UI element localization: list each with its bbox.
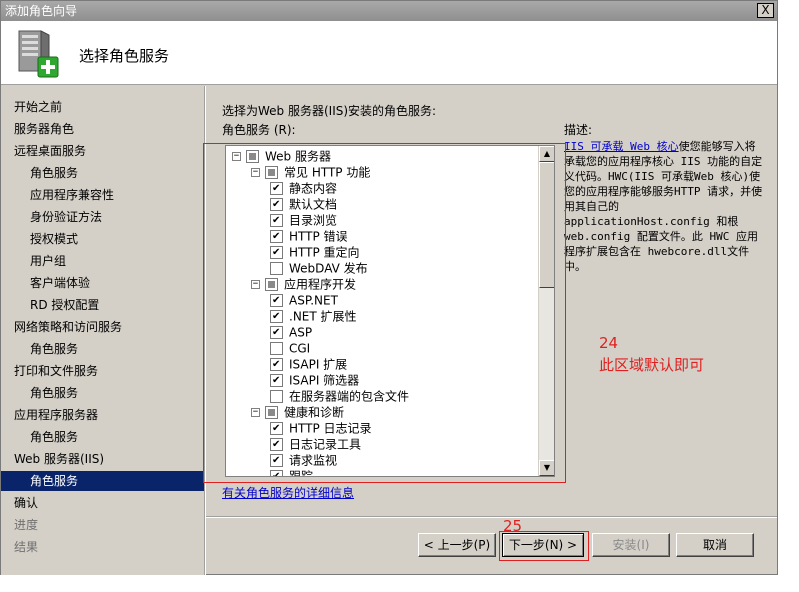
sidebar-item[interactable]: RD 授权配置: [1, 295, 204, 315]
install-button[interactable]: 安装(I): [592, 533, 670, 557]
back-button[interactable]: < 上一步(P): [418, 533, 496, 557]
sidebar-item[interactable]: 客户端体验: [1, 273, 204, 293]
page-title: 选择角色服务: [79, 47, 170, 65]
description-text-block: IIS 可承载 Web 核心使您能够写入将承载您的应用程序核心 IIS 功能的自…: [564, 139, 764, 274]
role-services-more-info-link[interactable]: 有关角色服务的详细信息: [222, 484, 354, 501]
wizard-header: 选择角色服务: [1, 21, 777, 85]
annotation-24-text: 此区域默认即可: [599, 356, 705, 374]
sidebar-item[interactable]: 应用程序服务器: [1, 405, 204, 425]
sidebar-item[interactable]: 角色服务: [1, 383, 204, 403]
footer-divider: [206, 516, 777, 518]
sidebar-item[interactable]: 角色服务: [1, 471, 204, 491]
sidebar-item[interactable]: 开始之前: [1, 97, 204, 117]
sidebar-item[interactable]: 授权模式: [1, 229, 204, 249]
wizard-step-list: 开始之前 服务器角色 远程桌面服务 角色服务 应用程序兼容性 身份验证方法 授权模式 用户组客…: [1, 86, 204, 575]
title-bar: 添加角色向导 X: [1, 1, 777, 21]
sidebar-item[interactable]: 角色服务: [1, 427, 204, 447]
sidebar-item[interactable]: 远程桌面服务: [1, 141, 204, 161]
add-roles-wizard-window: 添加角色向导 X 选择角色服务 开始之前 服务器角色 远程桌面服务 角色服务 应用程序兼…: [0, 0, 778, 575]
server-add-icon: [18, 30, 59, 78]
sidebar-item[interactable]: Web 服务器(IIS): [1, 449, 204, 469]
sidebar-item[interactable]: 进度: [1, 515, 204, 535]
sidebar-item[interactable]: 应用程序兼容性: [1, 185, 204, 205]
sidebar-item[interactable]: 身份验证方法: [1, 207, 204, 227]
annotation-25-box: [499, 531, 589, 561]
sidebar-item[interactable]: 服务器角色: [1, 119, 204, 139]
sidebar-item[interactable]: 用户组: [1, 251, 204, 271]
sidebar-item[interactable]: 角色服务: [1, 339, 204, 359]
annotation-24-box: [203, 143, 566, 483]
description-link[interactable]: IIS 可承载 Web 核心: [564, 140, 679, 153]
sidebar-item[interactable]: 结果: [1, 537, 204, 557]
cancel-button[interactable]: 取消: [676, 533, 754, 557]
sidebar-item[interactable]: 角色服务: [1, 163, 204, 183]
description-label: 描述:: [564, 123, 593, 137]
description-body: 使您能够写入将承载您的应用程序核心 IIS 功能的自定义代码。HWC(IIS 可…: [564, 140, 763, 273]
sidebar-item[interactable]: 确认: [1, 493, 204, 513]
window-title: 添加角色向导: [5, 4, 78, 18]
close-button[interactable]: X: [757, 3, 774, 18]
role-services-label: 角色服务 (R):: [222, 123, 296, 137]
annotation-24-number: 24: [599, 334, 619, 352]
sidebar-item[interactable]: 打印和文件服务: [1, 361, 204, 381]
role-services-prompt: 选择为Web 服务器(IIS)安装的角色服务:: [222, 104, 437, 118]
sidebar-item[interactable]: 网络策略和访问服务: [1, 317, 204, 337]
